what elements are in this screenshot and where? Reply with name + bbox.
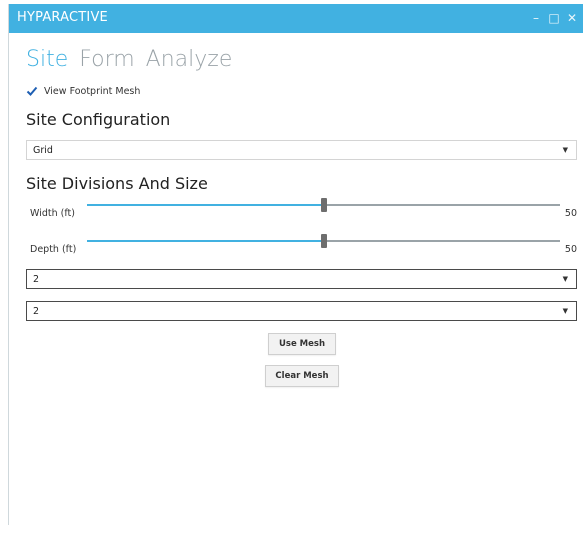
site-configuration-value: Grid bbox=[33, 144, 53, 156]
width-slider-row: Width (ft) 50 bbox=[26, 198, 577, 224]
title-bar: HYPARACTIVE – □ ✕ bbox=[9, 4, 583, 33]
view-footprint-mesh-checkbox[interactable]: View Footprint Mesh bbox=[26, 85, 140, 97]
depth-value: 50 bbox=[564, 244, 577, 255]
maximize-icon[interactable]: □ bbox=[544, 8, 564, 28]
divisions-select-2-value: 2 bbox=[33, 305, 40, 317]
tab-site[interactable]: Site bbox=[26, 47, 68, 72]
divisions-select-2[interactable]: 2 ▼ bbox=[26, 301, 577, 321]
checkbox-label: View Footprint Mesh bbox=[44, 85, 141, 97]
close-icon[interactable]: ✕ bbox=[562, 8, 582, 28]
clear-mesh-button[interactable]: Clear Mesh bbox=[265, 365, 339, 387]
width-label: Width (ft) bbox=[30, 208, 75, 219]
depth-label: Depth (ft) bbox=[30, 244, 77, 255]
window-title: HYPARACTIVE bbox=[17, 10, 108, 25]
width-value: 50 bbox=[564, 208, 577, 219]
tab-analyze[interactable]: Analyze bbox=[146, 47, 233, 72]
depth-slider[interactable] bbox=[87, 234, 560, 248]
check-icon[interactable] bbox=[26, 85, 38, 97]
site-configuration-heading: Site Configuration bbox=[26, 110, 171, 129]
caret-down-icon: ▼ bbox=[562, 275, 568, 283]
app-window: HYPARACTIVE – □ ✕ Site Form Analyze View… bbox=[8, 4, 583, 525]
site-divisions-heading: Site Divisions And Size bbox=[26, 174, 208, 193]
site-configuration-select[interactable]: Grid ▼ bbox=[26, 140, 577, 160]
width-slider-thumb[interactable] bbox=[320, 198, 327, 212]
minimize-icon[interactable]: – bbox=[526, 8, 546, 28]
tab-form[interactable]: Form bbox=[79, 47, 134, 72]
divisions-select-1-value: 2 bbox=[33, 273, 40, 285]
main-nav: Site Form Analyze bbox=[26, 47, 236, 72]
depth-slider-row: Depth (ft) 50 bbox=[26, 234, 577, 260]
depth-slider-thumb[interactable] bbox=[320, 234, 327, 248]
depth-slider-fill bbox=[87, 240, 324, 242]
width-slider[interactable] bbox=[87, 198, 560, 212]
divisions-select-1[interactable]: 2 ▼ bbox=[26, 269, 577, 289]
caret-down-icon: ▼ bbox=[562, 307, 568, 315]
width-slider-fill bbox=[87, 204, 324, 206]
use-mesh-button[interactable]: Use Mesh bbox=[268, 333, 336, 355]
caret-down-icon: ▼ bbox=[562, 146, 568, 154]
